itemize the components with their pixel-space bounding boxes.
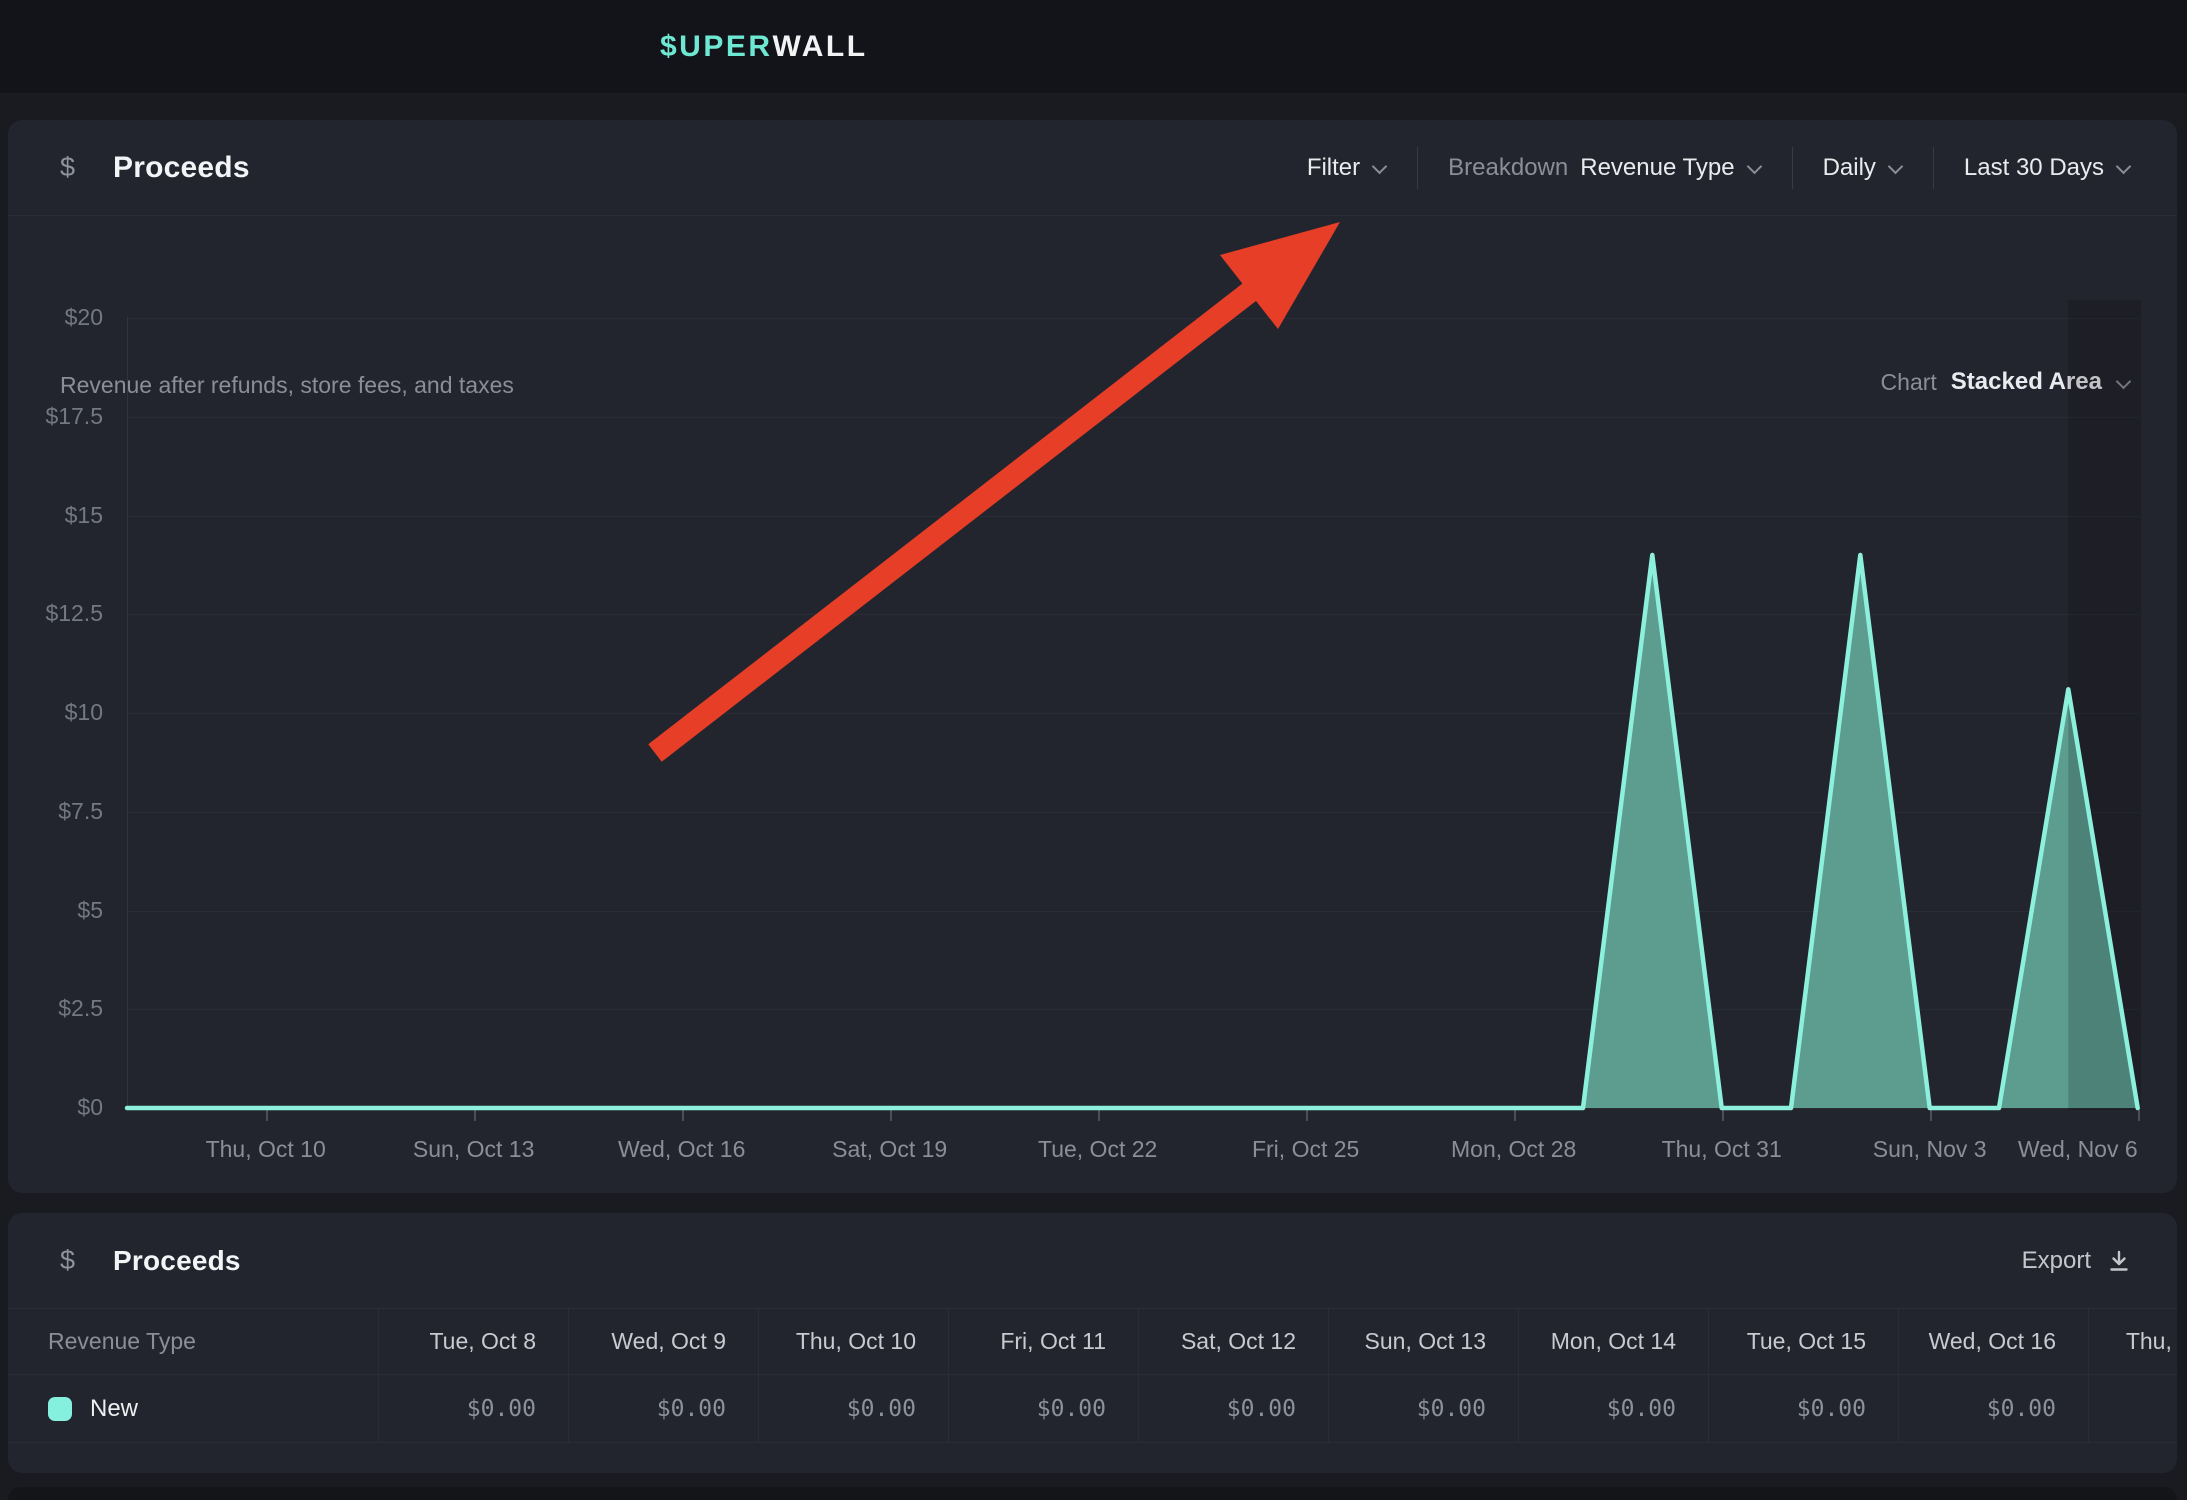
- divider: [1933, 147, 1934, 189]
- breakdown-dropdown[interactable]: Breakdown Revenue Type: [1448, 154, 1761, 182]
- interval-dropdown[interactable]: Daily: [1823, 154, 1903, 182]
- chevron-down-icon: [1372, 157, 1387, 172]
- divider: [1417, 147, 1418, 189]
- chart-controls: Filter Breakdown Revenue Type Daily Last…: [1307, 147, 2131, 189]
- dollar-icon: $: [60, 1245, 75, 1276]
- chevron-down-icon: [2116, 157, 2131, 172]
- table-cell-value: $0.00: [1708, 1375, 1898, 1443]
- filter-label: Filter: [1307, 154, 1360, 182]
- breakdown-value: Revenue Type: [1580, 154, 1734, 182]
- chart-type-value: Stacked Area: [1951, 368, 2102, 396]
- table-header-date: Wed, Oct 16: [1898, 1309, 2088, 1375]
- proceeds-chart-panel: $ Proceeds Filter Breakdown Revenue Type…: [8, 120, 2177, 1193]
- table-header-date: Sat, Oct 12: [1138, 1309, 1328, 1375]
- table-row-label-cell: New: [8, 1375, 378, 1443]
- chart-subtitle: Revenue after refunds, store fees, and t…: [60, 372, 514, 399]
- series-color-chip: [48, 1397, 72, 1421]
- table-header-date: Tue, Oct 15: [1708, 1309, 1898, 1375]
- logo-accent-text: $UPER: [660, 30, 773, 64]
- table-header-revenue-type: Revenue Type: [8, 1309, 378, 1375]
- chevron-down-icon: [1888, 157, 1903, 172]
- table-panel-title: Proceeds: [113, 1245, 241, 1277]
- proceeds-table: Revenue TypeTue, Oct 8Wed, Oct 9Thu, Oct…: [8, 1309, 2177, 1443]
- table-cell-value: $0.00: [1518, 1375, 1708, 1443]
- table-cell-value: $0.00: [1898, 1375, 2088, 1443]
- chevron-down-icon: [1747, 157, 1762, 172]
- export-label: Export: [2022, 1247, 2091, 1275]
- table-header-date: Mon, Oct 14: [1518, 1309, 1708, 1375]
- date-range-dropdown[interactable]: Last 30 Days: [1964, 154, 2131, 182]
- proceeds-table-panel: $ Proceeds Export Revenue TypeTue, Oct 8…: [8, 1213, 2177, 1473]
- download-icon: [2107, 1249, 2131, 1273]
- topbar: $UPERWALL: [0, 0, 2187, 93]
- table-header-date: Sun, Oct 13: [1328, 1309, 1518, 1375]
- table-panel-header: $ Proceeds Export: [8, 1213, 2177, 1309]
- table-cell-value: $0.00: [948, 1375, 1138, 1443]
- page: $UPERWALL $ Proceeds Filter Breakdown Re…: [0, 0, 2187, 1500]
- next-panel-sliver: [8, 1487, 2177, 1500]
- chevron-down-icon: [2116, 372, 2131, 387]
- table-cell-value: $0.00: [1138, 1375, 1328, 1443]
- chart-type-dropdown[interactable]: Chart Stacked Area: [1881, 368, 2131, 396]
- dollar-icon: $: [60, 152, 75, 183]
- chart-panel-header: $ Proceeds Filter Breakdown Revenue Type…: [8, 120, 2177, 216]
- table-header-date: Thu, Oct 17: [2088, 1309, 2177, 1375]
- breakdown-label: Breakdown: [1448, 154, 1568, 182]
- table-cell-value: $0.00: [1328, 1375, 1518, 1443]
- table-header-date: Fri, Oct 11: [948, 1309, 1138, 1375]
- date-range-value: Last 30 Days: [1964, 154, 2104, 182]
- logo-rest-text: WALL: [773, 30, 868, 64]
- table-cell-value: $0.00: [2088, 1375, 2177, 1443]
- chart-type-label: Chart: [1881, 369, 1937, 396]
- filter-dropdown[interactable]: Filter: [1307, 154, 1387, 182]
- superwall-logo[interactable]: $UPERWALL: [660, 0, 868, 93]
- export-button[interactable]: Export: [2022, 1247, 2131, 1275]
- interval-value: Daily: [1823, 154, 1876, 182]
- table-header-date: Thu, Oct 10: [758, 1309, 948, 1375]
- table-header-date: Tue, Oct 8: [378, 1309, 568, 1375]
- table-cell-value: $0.00: [758, 1375, 948, 1443]
- table-cell-value: $0.00: [568, 1375, 758, 1443]
- chart-panel-title: Proceeds: [113, 151, 250, 185]
- table-header-date: Wed, Oct 9: [568, 1309, 758, 1375]
- table-row-label: New: [90, 1395, 138, 1423]
- table-cell-value: $0.00: [378, 1375, 568, 1443]
- divider: [1792, 147, 1793, 189]
